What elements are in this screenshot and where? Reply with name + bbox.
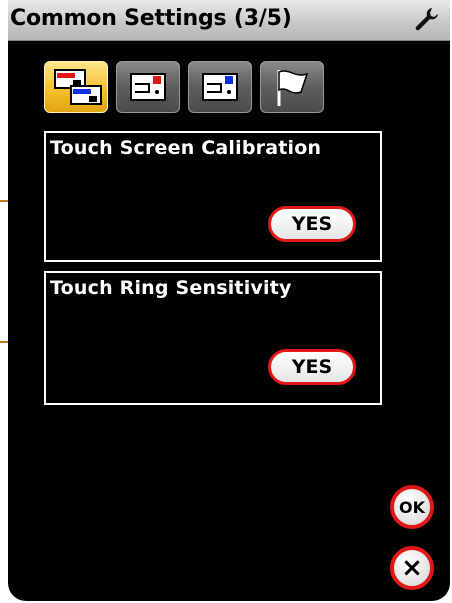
touch-ring-sensitivity-label: Touch Ring Sensitivity	[50, 277, 292, 299]
page-title: Common Settings (3/5)	[10, 6, 292, 31]
embroidery-settings-icon	[202, 73, 238, 101]
ok-button[interactable]: OK	[390, 485, 434, 529]
machine-settings-icon	[54, 69, 102, 105]
touch-ring-sensitivity-panel: Touch Ring Sensitivity YES	[44, 271, 382, 405]
close-button[interactable]: ×	[390, 546, 434, 590]
touch-screen-calibration-label: Touch Screen Calibration	[50, 137, 322, 159]
touch-ring-sensitivity-yes-button[interactable]: YES	[268, 349, 356, 385]
tab-sewing-settings[interactable]	[116, 61, 180, 113]
lcd-screen: Common Settings (3/5) Touch Screen Calib…	[8, 0, 450, 601]
tab-machine-settings[interactable]	[44, 61, 108, 113]
touch-screen-calibration-yes-button[interactable]: YES	[268, 206, 356, 242]
wrench-icon	[415, 8, 438, 31]
tab-flag[interactable]	[260, 61, 324, 113]
touch-screen-calibration-panel: Touch Screen Calibration YES	[44, 131, 382, 262]
title-bar: Common Settings (3/5)	[8, 0, 450, 41]
flag-icon	[277, 70, 309, 106]
tab-embroidery-settings[interactable]	[188, 61, 252, 113]
sewing-settings-icon	[130, 73, 166, 101]
